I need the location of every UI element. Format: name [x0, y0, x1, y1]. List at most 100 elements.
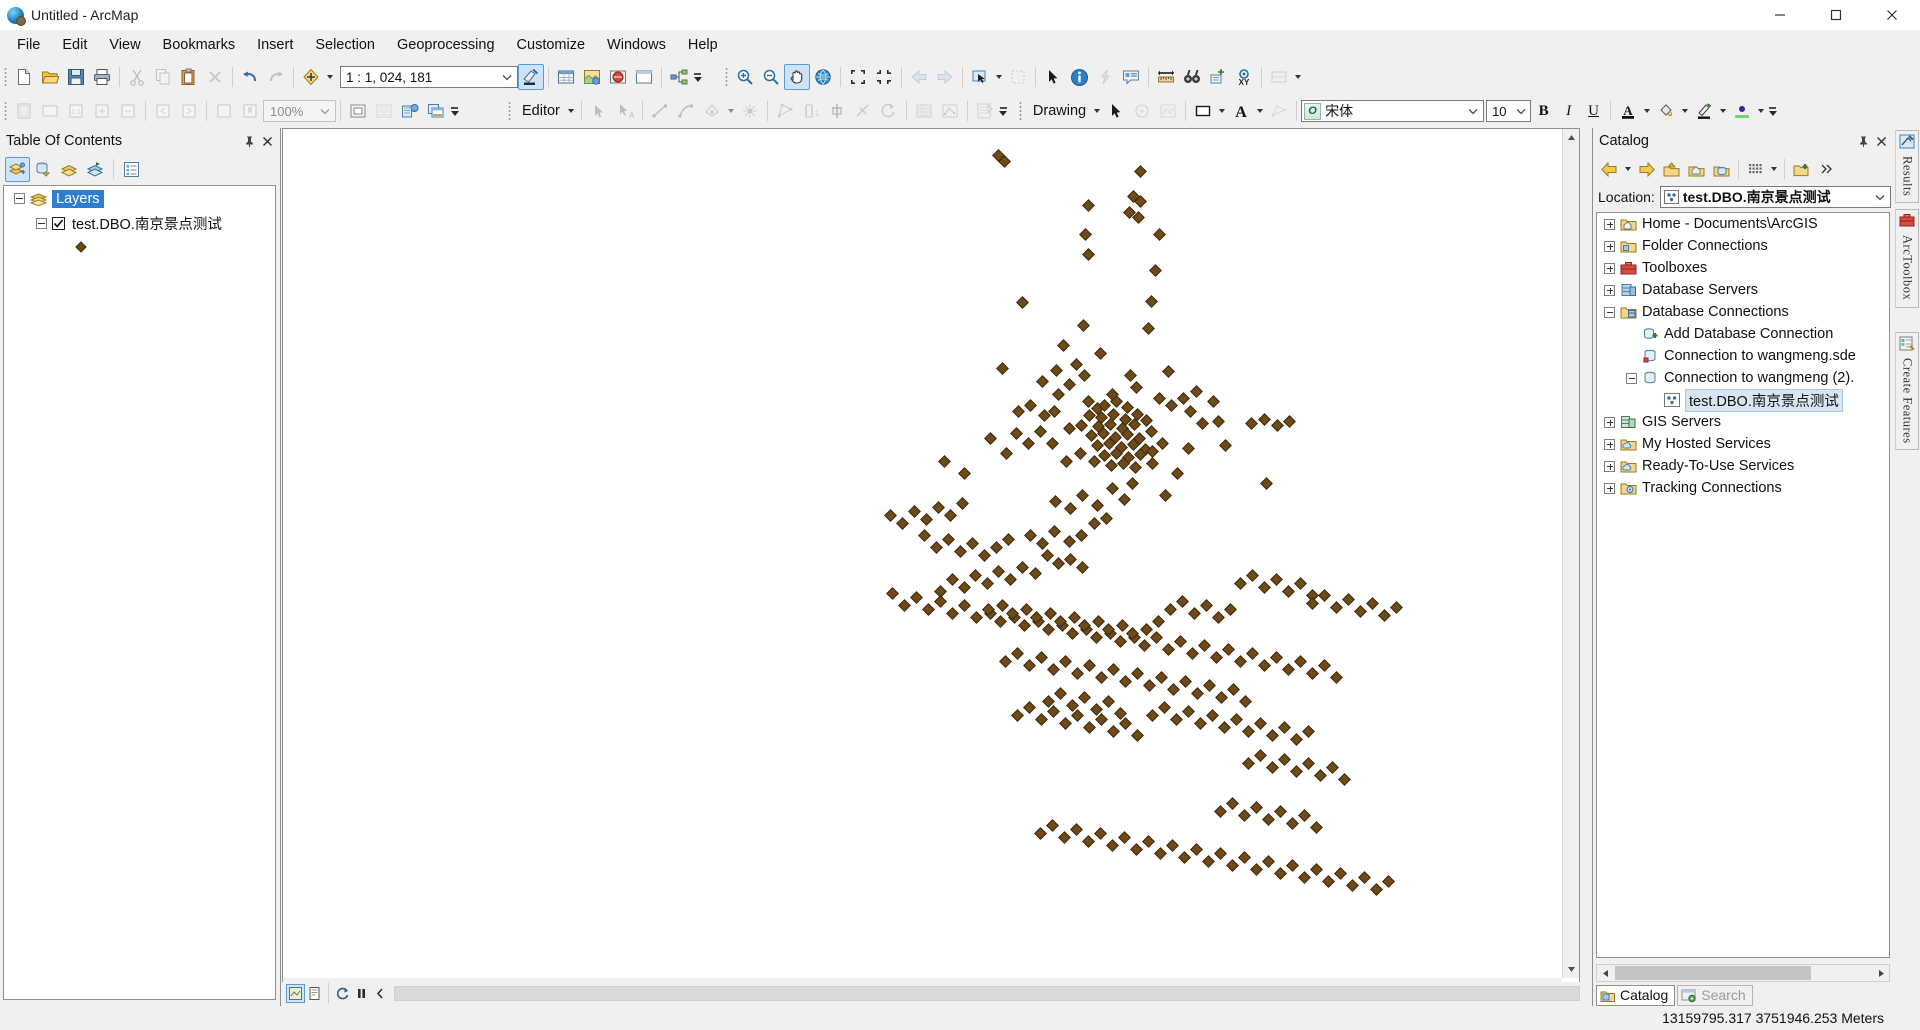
construction-dropdown[interactable]	[725, 98, 737, 124]
font-color-button[interactable]: A	[1615, 98, 1641, 124]
toc-tree[interactable]: Layers test.DBO.南京景点测试	[3, 185, 276, 1000]
data-driven-pages-button[interactable]	[423, 98, 449, 124]
connect-to-folder-icon[interactable]	[1789, 157, 1814, 182]
catalog-tree-expander[interactable]	[1603, 284, 1616, 296]
paste-button[interactable]	[176, 64, 202, 90]
menu-customize[interactable]: Customize	[506, 32, 597, 58]
catalog-tree-expander[interactable]	[1603, 218, 1616, 230]
map-scale-combo[interactable]: 1 : 1, 024, 181	[340, 66, 518, 88]
add-data-dropdown[interactable]	[324, 64, 336, 90]
zoom-out-tool-button[interactable]	[758, 64, 784, 90]
open-attribute-table-button[interactable]	[553, 64, 579, 90]
drawing-menu-caret[interactable]	[1091, 98, 1103, 124]
toc-layer-checkbox[interactable]	[52, 217, 65, 230]
construction-tool-button[interactable]	[699, 98, 725, 124]
draw-graphic-button[interactable]	[1155, 98, 1181, 124]
line-color-button[interactable]	[1691, 98, 1717, 124]
copy-button[interactable]	[150, 64, 176, 90]
drawing-edit-vertices-button[interactable]	[1266, 98, 1292, 124]
chevron-down-icon[interactable]	[1465, 105, 1481, 117]
page-forward-button[interactable]	[176, 98, 202, 124]
chevron-down-icon[interactable]	[1872, 191, 1888, 203]
edit-vertices-button[interactable]	[772, 98, 798, 124]
catalog-tree-expander[interactable]	[1603, 416, 1616, 428]
identify-tool-button[interactable]	[1066, 64, 1092, 90]
reshape-feature-button[interactable]: 1,2	[798, 98, 824, 124]
cut-button[interactable]	[124, 64, 150, 90]
toolbar-grip[interactable]	[4, 67, 8, 87]
catalog-tree-expander[interactable]	[1625, 372, 1638, 384]
toc-root-expander[interactable]	[14, 193, 25, 204]
map-vertical-scrollbar[interactable]	[1562, 129, 1579, 978]
menu-bookmarks[interactable]: Bookmarks	[152, 32, 247, 58]
new-text-button[interactable]: A	[1228, 98, 1254, 124]
find-route-tool-button[interactable]	[1205, 64, 1231, 90]
font-size-combo[interactable]: 10	[1486, 100, 1532, 122]
measure-tool-button[interactable]	[1153, 64, 1179, 90]
catalog-tree-item[interactable]: Connection to wangmeng.sde	[1597, 345, 1889, 367]
scroll-down-icon[interactable]	[1563, 961, 1579, 978]
pause-drawing-button[interactable]	[352, 984, 371, 1003]
font-name-combo[interactable]: O 宋体	[1301, 100, 1485, 122]
more-chevrons-icon[interactable]	[1814, 157, 1839, 182]
menu-help[interactable]: Help	[677, 32, 729, 58]
catalog-close-icon[interactable]	[1872, 132, 1890, 150]
hyperlink-tool-button[interactable]	[1092, 64, 1118, 90]
edit-annotation-tool-button[interactable]: A	[612, 98, 638, 124]
time-slider-dropdown[interactable]	[1292, 64, 1304, 90]
catalog-tree-item[interactable]: My Hosted Services	[1597, 433, 1889, 455]
straight-segment-button[interactable]	[647, 98, 673, 124]
select-features-button[interactable]	[967, 64, 993, 90]
toggle-status-button[interactable]	[371, 984, 390, 1003]
focus-data-frame-button[interactable]	[371, 98, 397, 124]
add-basemap-button[interactable]	[579, 64, 605, 90]
catalog-tree-item[interactable]: Tracking Connections	[1597, 477, 1889, 499]
select-features-dropdown[interactable]	[993, 64, 1005, 90]
full-extent-tool-button[interactable]	[810, 64, 836, 90]
up-one-level-icon[interactable]	[1659, 157, 1684, 182]
new-rectangle-button[interactable]	[1190, 98, 1216, 124]
chevron-down-icon[interactable]	[499, 71, 515, 83]
create-features-tab[interactable]: Create Features	[1895, 331, 1919, 451]
toc-layer-row[interactable]: test.DBO.南京景点测试	[4, 211, 275, 236]
toc-root-row[interactable]: Layers	[4, 186, 275, 211]
list-by-drawing-order-button[interactable]	[5, 156, 30, 182]
create-features-panel-button[interactable]	[972, 98, 998, 124]
attributes-panel-button[interactable]	[911, 98, 937, 124]
catalog-tree-item[interactable]: Folder Connections	[1597, 235, 1889, 257]
toolbar-grip[interactable]	[1018, 101, 1023, 121]
page-zoom-combo[interactable]: 100%	[263, 100, 336, 122]
list-by-visibility-button[interactable]	[57, 157, 82, 182]
maximize-button[interactable]	[1808, 0, 1864, 30]
marker-color-button[interactable]	[1729, 98, 1755, 124]
redo-button[interactable]	[263, 64, 289, 90]
toggle-draft-mode-button[interactable]	[345, 98, 371, 124]
minimize-button[interactable]	[1752, 0, 1808, 30]
cont ents-view-icon[interactable]	[1743, 157, 1768, 182]
menu-selection[interactable]: Selection	[304, 32, 386, 58]
catalog-tree-expander[interactable]	[1603, 240, 1616, 252]
save-map-button[interactable]	[63, 64, 89, 90]
sketch-properties-button[interactable]	[937, 98, 963, 124]
home-icon[interactable]	[1684, 157, 1709, 182]
bold-button[interactable]: B	[1531, 99, 1556, 123]
italic-button[interactable]: I	[1556, 99, 1581, 123]
open-map-button[interactable]	[37, 64, 63, 90]
back-dropdown-caret[interactable]	[1622, 156, 1634, 182]
toc-pin-icon[interactable]	[240, 132, 258, 150]
standard-toolbar-overflow[interactable]	[692, 64, 703, 90]
back-arrow-icon[interactable]	[1597, 157, 1622, 182]
toc-options-button[interactable]	[119, 157, 144, 182]
editor-toolbar-overflow[interactable]	[998, 98, 1009, 124]
drawing-select-elements-button[interactable]	[1103, 98, 1129, 124]
fixed-zoom-out-button[interactable]	[871, 64, 897, 90]
zoom-in-tool-button[interactable]	[732, 64, 758, 90]
default-geodatabase-icon[interactable]	[1709, 157, 1734, 182]
toc-layer-expander[interactable]	[36, 218, 47, 229]
catalog-location-combo[interactable]: test.DBO.南京景点测试	[1659, 186, 1891, 208]
toolbar-grip[interactable]	[4, 101, 8, 121]
hscroll-thumb[interactable]	[1615, 966, 1811, 980]
chevron-down-icon[interactable]	[1513, 105, 1529, 117]
drawing-menu-button[interactable]: Drawing	[1026, 98, 1103, 124]
fill-color-dropdown[interactable]	[1679, 98, 1691, 124]
